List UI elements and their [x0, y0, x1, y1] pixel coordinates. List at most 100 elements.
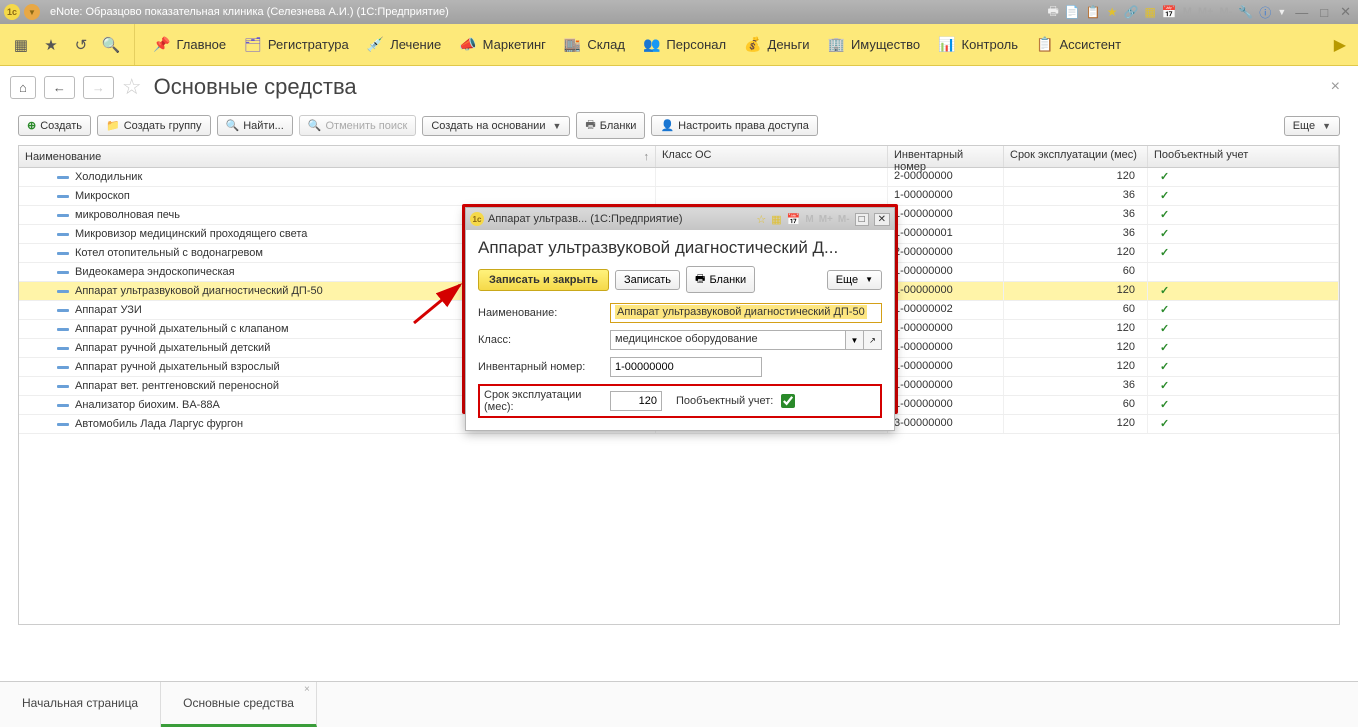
- cell-object-accounting: ✓: [1148, 358, 1339, 376]
- dialog-m-icon[interactable]: M: [805, 214, 813, 225]
- dialog-more-button[interactable]: Еще▼: [827, 270, 882, 290]
- cell-object-accounting: ✓: [1148, 320, 1339, 338]
- forward-button[interactable]: →: [83, 76, 114, 99]
- dialog-star-icon[interactable]: ☆: [756, 213, 766, 226]
- cell-lifetime: 60: [1004, 263, 1148, 281]
- save-button[interactable]: Записать: [615, 270, 680, 290]
- menu-registry[interactable]: 🗂Регистратура: [244, 36, 349, 53]
- menu-more-arrow-icon[interactable]: ▶: [1334, 35, 1346, 55]
- cell-lifetime: 120: [1004, 282, 1148, 300]
- history-icon[interactable]: ↺: [72, 36, 90, 54]
- object-accounting-checkbox[interactable]: [781, 394, 795, 408]
- more-button[interactable]: Еще▼: [1284, 116, 1340, 136]
- print-icon[interactable]: 🖶: [1048, 2, 1059, 23]
- link-icon[interactable]: 🔗: [1124, 5, 1139, 19]
- menu-main[interactable]: 📌Главное: [153, 36, 226, 53]
- create-button[interactable]: ⊕Создать: [18, 115, 91, 136]
- cell-inventory: 1-00000001: [888, 225, 1004, 243]
- wrench-icon[interactable]: 🔧: [1238, 5, 1253, 19]
- cancel-search-button[interactable]: 🔍Отменить поиск: [299, 115, 417, 136]
- cell-inventory: 1-00000000: [888, 206, 1004, 224]
- item-icon: [57, 214, 69, 217]
- dialog-close-icon[interactable]: ✕: [874, 213, 890, 226]
- menu-personnel[interactable]: 👥Персонал: [643, 36, 726, 53]
- name-input[interactable]: Аппарат ультразвуковой диагностический Д…: [610, 303, 882, 323]
- clipboard-icon[interactable]: 📋: [1086, 5, 1101, 19]
- calendar-icon[interactable]: 📅: [1162, 5, 1177, 19]
- home-button[interactable]: ⌂: [10, 76, 36, 99]
- inventory-label: Инвентарный номер:: [478, 361, 610, 373]
- cell-inventory: 1-00000000: [888, 187, 1004, 205]
- assets-icon: 🏢: [828, 36, 845, 53]
- inventory-input[interactable]: [610, 357, 762, 377]
- dialog-mplus-icon[interactable]: M+: [819, 214, 833, 225]
- col-name[interactable]: Наименование↑: [19, 146, 656, 167]
- titlebar-dropdown-icon[interactable]: ▼: [24, 4, 40, 20]
- menu-marketing[interactable]: 📣Маркетинг: [459, 36, 546, 53]
- minimize-icon[interactable]: —: [1292, 5, 1311, 20]
- cell-object-accounting: ✓: [1148, 396, 1339, 414]
- col-inventory[interactable]: Инвентарный номер: [888, 146, 1004, 167]
- mem-mplus-icon[interactable]: M+: [1198, 6, 1214, 18]
- cell-object-accounting: ✓: [1148, 168, 1339, 186]
- mem-mminus-icon[interactable]: M-: [1220, 6, 1233, 18]
- dialog-calendar-icon[interactable]: 📅: [787, 213, 801, 226]
- favorites-star-icon[interactable]: ★: [42, 36, 60, 54]
- doc-icon[interactable]: 📄: [1065, 5, 1080, 19]
- find-button[interactable]: 🔍Найти...: [217, 115, 293, 136]
- blanks-button[interactable]: 🖶Бланки: [576, 112, 645, 139]
- dialog-calc-icon[interactable]: ▦: [771, 213, 781, 226]
- mem-m-icon[interactable]: M: [1183, 6, 1192, 18]
- apps-grid-icon[interactable]: ▦: [12, 36, 30, 54]
- class-select[interactable]: медицинское оборудование: [610, 330, 846, 350]
- dialog-mminus-icon[interactable]: M-: [838, 214, 850, 225]
- cell-name: Видеокамера эндоскопическая: [75, 266, 235, 278]
- dialog-maximize-icon[interactable]: □: [855, 213, 869, 226]
- menu-warehouse[interactable]: 🏬Склад: [564, 36, 625, 53]
- dialog-blanks-button[interactable]: 🖶Бланки: [686, 266, 755, 293]
- create-group-button[interactable]: 📁Создать группу: [97, 115, 210, 136]
- close-icon[interactable]: ✕: [1337, 4, 1354, 20]
- star-icon[interactable]: ★: [1107, 5, 1118, 19]
- maximize-icon[interactable]: □: [1317, 5, 1331, 20]
- cell-name: Аппарат ультразвуковой диагностический Д…: [75, 285, 323, 297]
- calc-icon[interactable]: ▦: [1144, 5, 1155, 19]
- tab-close-icon[interactable]: ×: [304, 684, 310, 695]
- item-icon: [57, 271, 69, 274]
- back-button[interactable]: ←: [44, 76, 75, 99]
- cell-object-accounting: ✓: [1148, 206, 1339, 224]
- menu-money[interactable]: 💰Деньги: [744, 36, 809, 53]
- col-object-accounting[interactable]: Пообъектный учет: [1148, 146, 1339, 167]
- cell-object-accounting: ✓: [1148, 244, 1339, 262]
- cancel-search-icon: 🔍: [308, 119, 322, 132]
- dropdown-icon[interactable]: ▼: [1277, 7, 1286, 17]
- cell-lifetime: 120: [1004, 339, 1148, 357]
- col-class[interactable]: Класс ОС: [656, 146, 888, 167]
- create-based-button[interactable]: Создать на основании▼: [422, 116, 570, 136]
- save-and-close-button[interactable]: Записать и закрыть: [478, 269, 609, 291]
- menu-control[interactable]: 📊Контроль: [938, 36, 1018, 53]
- menu-assets[interactable]: 🏢Имущество: [828, 36, 921, 53]
- table-row[interactable]: Холодильник2-00000000120✓: [19, 168, 1339, 187]
- lifetime-input[interactable]: [610, 391, 662, 411]
- item-icon: [57, 328, 69, 331]
- tab-start-page[interactable]: Начальная страница: [0, 682, 161, 727]
- tab-fixed-assets[interactable]: Основные средства×: [161, 682, 317, 727]
- annotation-field-highlight: Срок эксплуатации (мес): Пообъектный уче…: [478, 384, 882, 418]
- cell-object-accounting: ✓: [1148, 282, 1339, 300]
- permissions-button[interactable]: 👤Настроить права доступа: [651, 115, 817, 136]
- search-icon[interactable]: 🔍: [102, 36, 120, 54]
- cell-object-accounting: ✓: [1148, 339, 1339, 357]
- item-icon: [57, 195, 69, 198]
- favorite-star-icon[interactable]: ☆: [122, 74, 142, 100]
- menu-assistant[interactable]: 📋Ассистент: [1036, 36, 1121, 53]
- col-lifetime[interactable]: Срок эксплуатации (мес): [1004, 146, 1148, 167]
- class-open-button[interactable]: ↗: [864, 330, 882, 350]
- main-menu: ▦ ★ ↺ 🔍 📌Главное 🗂Регистратура 💉Лечение …: [0, 24, 1358, 66]
- info-icon[interactable]: ⓘ: [1259, 4, 1271, 21]
- page-close-icon[interactable]: ×: [1331, 78, 1348, 96]
- menu-treatment[interactable]: 💉Лечение: [367, 36, 441, 53]
- class-dropdown-button[interactable]: ▼: [846, 330, 864, 350]
- app-icon: 1c: [4, 4, 20, 20]
- bottom-tab-bar: Начальная страница Основные средства×: [0, 681, 1358, 727]
